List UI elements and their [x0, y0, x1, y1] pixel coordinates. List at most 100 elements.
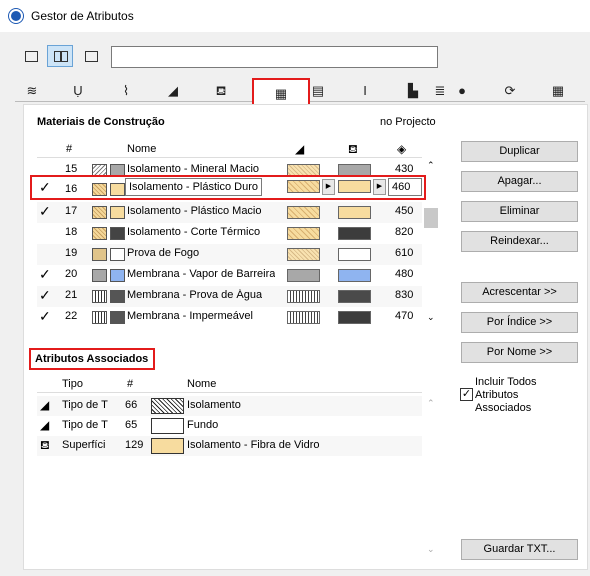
surface-icon: ⛾	[215, 83, 227, 98]
priority-edit-field[interactable]	[388, 178, 422, 196]
layers-icon: ≋	[26, 83, 38, 98]
header-name: Nome	[127, 143, 157, 155]
surface-color	[338, 269, 371, 282]
profile-icon: I	[363, 83, 367, 98]
list-item[interactable]: ⛾ Superfíci 129 Isolamento - Fibra de Vi…	[37, 436, 422, 456]
surface-type-icon: ⛾	[40, 438, 50, 452]
grid-icon: ▦	[551, 83, 565, 98]
tab-surfaces[interactable]: ⛾	[206, 80, 236, 102]
tab-zone-categories[interactable]: ▙	[398, 80, 428, 102]
por-nome-button[interactable]: Por Nome >>	[461, 342, 578, 363]
search-input[interactable]	[111, 46, 438, 68]
tab-pens[interactable]: Ụ	[63, 80, 93, 102]
priority-icon: ◈	[397, 142, 407, 156]
scroll-up-icon[interactable]: ⌃	[427, 160, 435, 171]
surface-swatch	[151, 438, 184, 454]
cut-fill-pattern	[287, 180, 320, 193]
materials-section-title: Materiais de Construção	[37, 116, 165, 128]
fill-swatch	[92, 227, 107, 240]
table-row[interactable]: ✓ 22 Membrana - Impermeável 470	[37, 307, 422, 328]
associated-scrollbar[interactable]: ⌃ ⌄	[424, 398, 438, 558]
surface-swatch	[110, 290, 125, 303]
surface-color	[338, 290, 371, 303]
tab-line-types[interactable]: ⌇	[111, 80, 141, 102]
single-view-icon	[85, 51, 98, 62]
associated-section-title: Atributos Associados	[29, 348, 155, 370]
tab-profiles[interactable]: I	[350, 80, 380, 102]
tab-composites[interactable]: ▤	[303, 80, 333, 102]
list-view-button[interactable]	[18, 45, 44, 67]
cut-fill-pattern	[287, 269, 320, 282]
window-title: Gestor de Atributos	[31, 9, 134, 23]
materials-table: # Nome ◢ ⛾ ◈ 15 Isolamento - Mineral Mac…	[37, 141, 441, 331]
surface-color	[338, 248, 371, 261]
surface-picker-arrow-icon[interactable]: ▶	[373, 179, 386, 195]
table-row[interactable]: ✓ 17 Isolamento - Plástico Macio 450	[37, 202, 422, 223]
single-view-button[interactable]	[78, 45, 104, 67]
scroll-down-icon[interactable]: ⌄	[427, 312, 435, 323]
surface-swatch	[110, 227, 125, 240]
attribute-tabs: ≋ Ụ ⌇ ◢ ⛾ ▦ ▤ I ▙ ≣ ● ⟳ ▦	[15, 78, 585, 108]
table-row[interactable]: 18 Isolamento - Corte Térmico 820	[37, 223, 422, 244]
tab-operation-profiles[interactable]: ⟳	[495, 80, 525, 102]
cut-fill-pattern	[287, 206, 320, 219]
fill-type-icon: ◢	[40, 398, 50, 412]
fill-swatch	[151, 398, 184, 414]
composite-icon: ▤	[311, 83, 325, 98]
fill-swatch	[92, 248, 107, 261]
tab-grid[interactable]: ▦	[543, 80, 573, 102]
table-header: # Nome ◢ ⛾ ◈	[37, 141, 422, 158]
reindexar-button[interactable]: Reindexar...	[461, 231, 578, 252]
list-item[interactable]: ◢ Tipo de T 65 Fundo	[37, 416, 422, 436]
dual-list-view-button[interactable]	[47, 45, 73, 67]
guardar-txt-button[interactable]: Guardar TXT...	[461, 539, 578, 560]
fill-swatch	[92, 290, 107, 303]
header-num: #	[127, 378, 134, 390]
header-tipo: Tipo	[62, 378, 83, 390]
operation-profile-icon: ⟳	[504, 83, 516, 98]
table-row[interactable]: ✓ 21 Membrana - Prova de Água 830	[37, 286, 422, 307]
header-name: Nome	[187, 378, 217, 390]
duplicar-button[interactable]: Duplicar	[461, 141, 578, 162]
scope-label: no Projecto	[380, 116, 436, 128]
surface-swatch	[110, 248, 125, 261]
mep-icon: ≣	[434, 83, 446, 98]
surface-swatch	[110, 206, 125, 219]
apagar-button[interactable]: Apagar...	[461, 171, 578, 192]
table-row[interactable]: 19 Prova de Fogo 610	[37, 244, 422, 265]
surface-color	[338, 180, 371, 193]
table-row[interactable]: ✓ 20 Membrana - Vapor de Barreira 480	[37, 265, 422, 286]
globe-icon: ●	[458, 83, 466, 98]
eliminar-button[interactable]: Eliminar	[461, 201, 578, 222]
line-type-icon: ⌇	[122, 83, 130, 98]
tab-markup[interactable]: ●	[447, 80, 477, 102]
fill-swatch	[92, 206, 107, 219]
dual-list-view-icon	[54, 51, 61, 62]
scroll-thumb[interactable]	[424, 208, 438, 228]
list-view-icon	[25, 51, 38, 62]
tab-fills[interactable]: ◢	[158, 80, 188, 102]
fill-swatch	[92, 311, 107, 324]
associated-header: Tipo # Nome	[37, 376, 422, 393]
cut-fill-pattern	[287, 248, 320, 261]
zone-category-icon: ▙	[408, 83, 418, 98]
fill-picker-arrow-icon[interactable]: ▶	[322, 179, 335, 195]
app-icon	[9, 9, 23, 23]
materials-scrollbar[interactable]: ⌃ ⌄	[424, 160, 438, 328]
fill-swatch	[151, 418, 184, 434]
include-all-checkbox[interactable]: ✓	[460, 388, 473, 401]
tab-layers[interactable]: ≋	[17, 80, 47, 102]
surface-color	[338, 206, 371, 219]
list-item[interactable]: ◢ Tipo de T 66 Isolamento	[37, 396, 422, 416]
surface-header-icon: ⛾	[348, 142, 358, 156]
scroll-up-icon[interactable]: ⌃	[427, 398, 435, 409]
surface-swatch	[110, 269, 125, 282]
acrescentar-button[interactable]: Acrescentar >>	[461, 282, 578, 303]
name-edit-field[interactable]	[125, 178, 262, 196]
scroll-down-icon[interactable]: ⌄	[427, 544, 435, 555]
cut-fill-icon: ◢	[295, 142, 305, 156]
building-material-icon: ▦	[274, 86, 288, 101]
por-indice-button[interactable]: Por Índice >>	[461, 312, 578, 333]
include-all-label: Incluir Todos Atributos Associados	[475, 376, 537, 414]
cut-fill-pattern	[287, 311, 320, 324]
